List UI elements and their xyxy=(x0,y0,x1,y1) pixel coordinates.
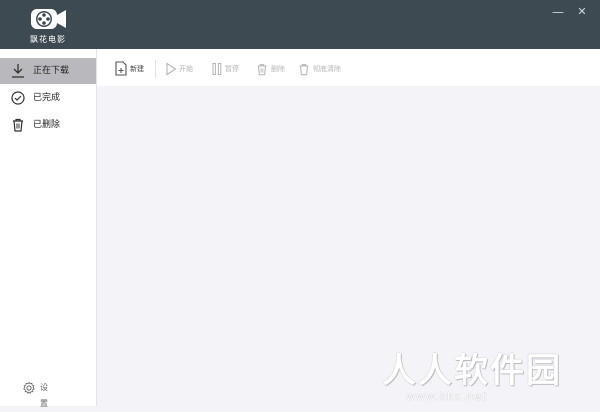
title-bar: 飘花电影 — ✕ xyxy=(0,0,600,49)
check-circle-icon xyxy=(11,91,25,105)
clear-trash-icon xyxy=(299,63,309,75)
pause-icon xyxy=(212,63,222,75)
sidebar-item-label: 已完成 xyxy=(33,93,61,103)
trash-icon xyxy=(13,118,23,132)
minimize-button[interactable]: — xyxy=(549,4,567,20)
app-logo: 飘花电影 xyxy=(26,6,70,46)
sidebar: 正在下载 已完成 已删除 设置 xyxy=(0,49,97,408)
clear-completed-button-label: 彻底清除 xyxy=(313,65,341,73)
new-button[interactable]: 新建 xyxy=(114,61,144,77)
play-icon xyxy=(166,62,177,76)
app-logo-text: 飘花电影 xyxy=(30,35,66,44)
sidebar-item-deleted[interactable]: 已删除 xyxy=(0,112,96,138)
toolbar-divider xyxy=(155,60,156,78)
new-button-label: 新建 xyxy=(130,65,144,73)
trash-icon xyxy=(257,63,267,75)
sidebar-item-downloading[interactable]: 正在下载 xyxy=(0,58,96,84)
sidebar-item-completed[interactable]: 已完成 xyxy=(0,85,96,111)
close-button[interactable]: ✕ xyxy=(573,4,591,20)
start-button-label: 开始 xyxy=(179,65,193,73)
download-list-area xyxy=(97,86,600,406)
delete-button[interactable]: 删除 xyxy=(255,61,285,77)
delete-button-label: 删除 xyxy=(271,65,285,73)
toolbar: 新建 开始 暂停 删除 彻底清除 xyxy=(97,49,600,86)
download-icon xyxy=(12,64,24,78)
pause-button-label: 暂停 xyxy=(225,65,239,73)
film-camera-icon xyxy=(31,9,66,29)
sidebar-item-label: 正在下载 xyxy=(33,66,70,76)
clear-completed-button[interactable]: 彻底清除 xyxy=(297,61,341,77)
sidebar-item-label: 已删除 xyxy=(33,120,61,130)
settings-label: 设置 xyxy=(40,383,48,408)
new-file-icon xyxy=(115,61,127,76)
start-button[interactable]: 开始 xyxy=(165,61,193,77)
gear-icon xyxy=(23,381,35,395)
pause-button[interactable]: 暂停 xyxy=(211,61,239,77)
